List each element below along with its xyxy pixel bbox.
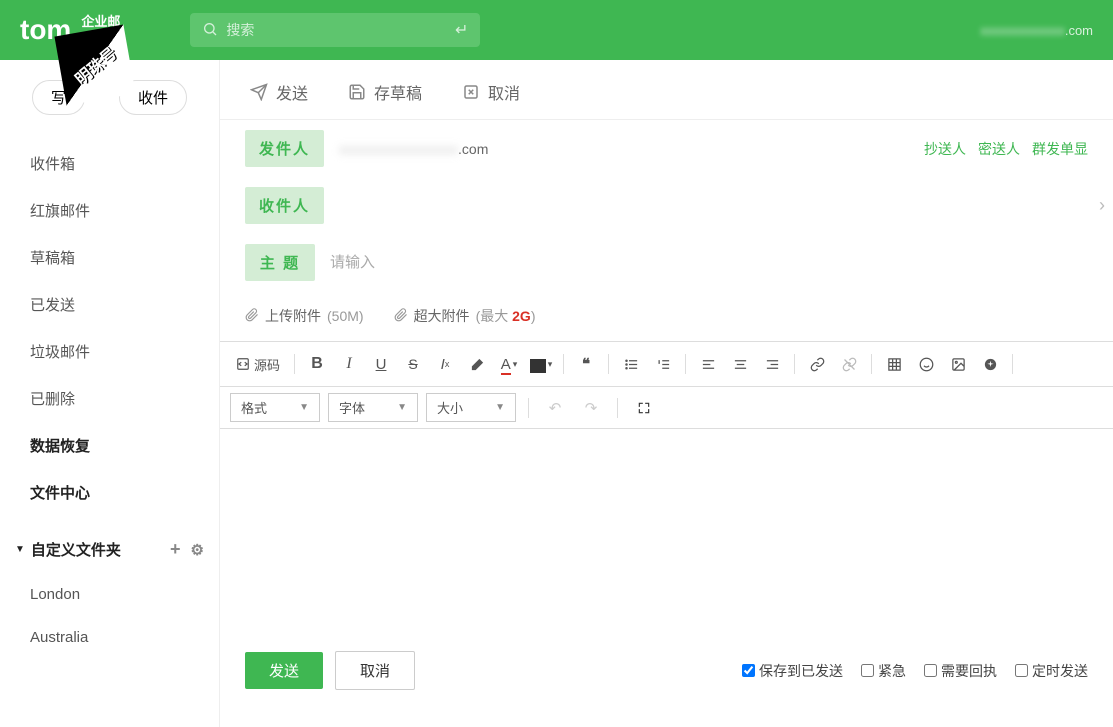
editor-toolbar-2: 格式▼ 字体▼ 大小▼ ↶ ↷ [220,387,1113,429]
special-button[interactable] [976,350,1004,378]
underline-button[interactable]: U [367,350,395,378]
sidebar-item-sent[interactable]: 已发送 [0,281,219,328]
clip-icon [394,308,408,325]
subject-label: 主 题 [245,244,315,281]
draft-label: 存草稿 [374,80,422,104]
subject-input[interactable] [330,254,1088,271]
image-button[interactable] [944,350,972,378]
search-box[interactable]: ↵ [190,13,480,47]
avatar-overlay: 明珠号 [54,24,135,105]
collapse-icon: ▼ [15,544,25,555]
add-folder-icon[interactable]: + [170,539,181,560]
folder-settings-icon[interactable]: ⚙ [191,541,204,559]
footer: 发送 取消 保存到已发送 紧急 需要回执 定时发送 [220,639,1113,702]
bcc-link[interactable]: 密送人 [978,139,1020,159]
footer-send-button[interactable]: 发送 [245,652,323,689]
redo-button[interactable]: ↷ [577,394,605,422]
custom-folder-item[interactable]: London [0,573,219,616]
editor-toolbar-1: 源码 B I U S Ix A▾ ▾ ❝ [220,342,1113,387]
mass-link[interactable]: 群发单显 [1032,139,1088,159]
main-panel: 发送 存草稿 取消 发件人 xxxxxxxxxxxxxxxxx.com 抄送人 … [220,60,1113,727]
fullscreen-button[interactable] [630,394,658,422]
draft-action[interactable]: 存草稿 [348,80,422,104]
format-dropdown[interactable]: 格式▼ [230,393,320,422]
unlink-button[interactable] [835,350,863,378]
editor: 源码 B I U S Ix A▾ ▾ ❝ [220,341,1113,639]
highlight-button[interactable] [463,350,491,378]
undo-button[interactable]: ↶ [541,394,569,422]
custom-folders-header[interactable]: ▼ 自定义文件夹 + ⚙ [0,526,219,573]
recipient-input[interactable] [339,197,1088,214]
upload-attachment[interactable]: 上传附件 (50M) [245,306,364,326]
sidebar-item-restore[interactable]: 数据恢复 [0,422,219,469]
size-dropdown[interactable]: 大小▼ [426,393,516,422]
send-action[interactable]: 发送 [250,80,308,104]
sidebar: 写 收件 收件箱 红旗邮件 草稿箱 已发送 垃圾邮件 已删除 数据恢复 文件中心… [0,60,220,727]
return-icon[interactable]: ↵ [455,20,468,40]
footer-cancel-button[interactable]: 取消 [335,651,415,690]
align-right-button[interactable] [758,350,786,378]
schedule-checkbox[interactable]: 定时发送 [1015,661,1088,681]
cc-link[interactable]: 抄送人 [924,139,966,159]
action-bar: 发送 存草稿 取消 [220,60,1113,119]
custom-folder-item[interactable]: Australia [0,616,219,659]
align-center-button[interactable] [726,350,754,378]
sidebar-item-drafts[interactable]: 草稿箱 [0,234,219,281]
clip-icon [245,308,259,325]
number-list-button[interactable] [649,350,677,378]
source-button[interactable]: 源码 [230,355,286,374]
editor-body[interactable] [220,429,1113,639]
quote-button[interactable]: ❝ [572,350,600,378]
sidebar-item-files[interactable]: 文件中心 [0,469,219,516]
bullet-list-button[interactable] [617,350,645,378]
bg-color-button[interactable]: ▾ [527,350,555,378]
link-button[interactable] [803,350,831,378]
text-color-button[interactable]: A▾ [495,350,523,378]
recipient-row: 收件人 › [220,177,1113,234]
urgent-checkbox[interactable]: 紧急 [861,661,906,681]
sender-label: 发件人 [245,130,324,167]
header-user[interactable]: xxxxxxxxxxxxx.com [980,23,1093,38]
align-left-button[interactable] [694,350,722,378]
sender-row: 发件人 xxxxxxxxxxxxxxxxx.com 抄送人 密送人 群发单显 [220,120,1113,177]
search-input[interactable] [226,22,455,38]
font-dropdown[interactable]: 字体▼ [328,393,418,422]
search-icon [202,21,218,40]
sidebar-item-inbox[interactable]: 收件箱 [0,140,219,187]
sidebar-item-flagged[interactable]: 红旗邮件 [0,187,219,234]
sidebar-item-trash[interactable]: 已删除 [0,375,219,422]
sidebar-item-spam[interactable]: 垃圾邮件 [0,328,219,375]
big-attachment[interactable]: 超大附件 (最大 2G) [394,306,536,326]
cancel-label: 取消 [488,80,520,104]
subject-row: 主 题 [220,234,1113,291]
contacts-chevron-icon[interactable]: › [1099,195,1105,216]
strike-button[interactable]: S [399,350,427,378]
remove-format-button[interactable]: Ix [431,350,459,378]
attachment-row: 上传附件 (50M) 超大附件 (最大 2G) [220,291,1113,341]
header: tom 企业邮 .tom ↵ xxxxxxxxxxxxx.com [0,0,1113,60]
table-button[interactable] [880,350,908,378]
italic-button[interactable]: I [335,350,363,378]
cancel-action[interactable]: 取消 [462,80,520,104]
custom-folders-label: 自定义文件夹 [31,539,121,560]
receipt-checkbox[interactable]: 需要回执 [924,661,997,681]
recipient-label: 收件人 [245,187,324,224]
emoji-button[interactable] [912,350,940,378]
bold-button[interactable]: B [303,350,331,378]
send-label: 发送 [276,80,308,104]
save-sent-checkbox[interactable]: 保存到已发送 [742,661,843,681]
